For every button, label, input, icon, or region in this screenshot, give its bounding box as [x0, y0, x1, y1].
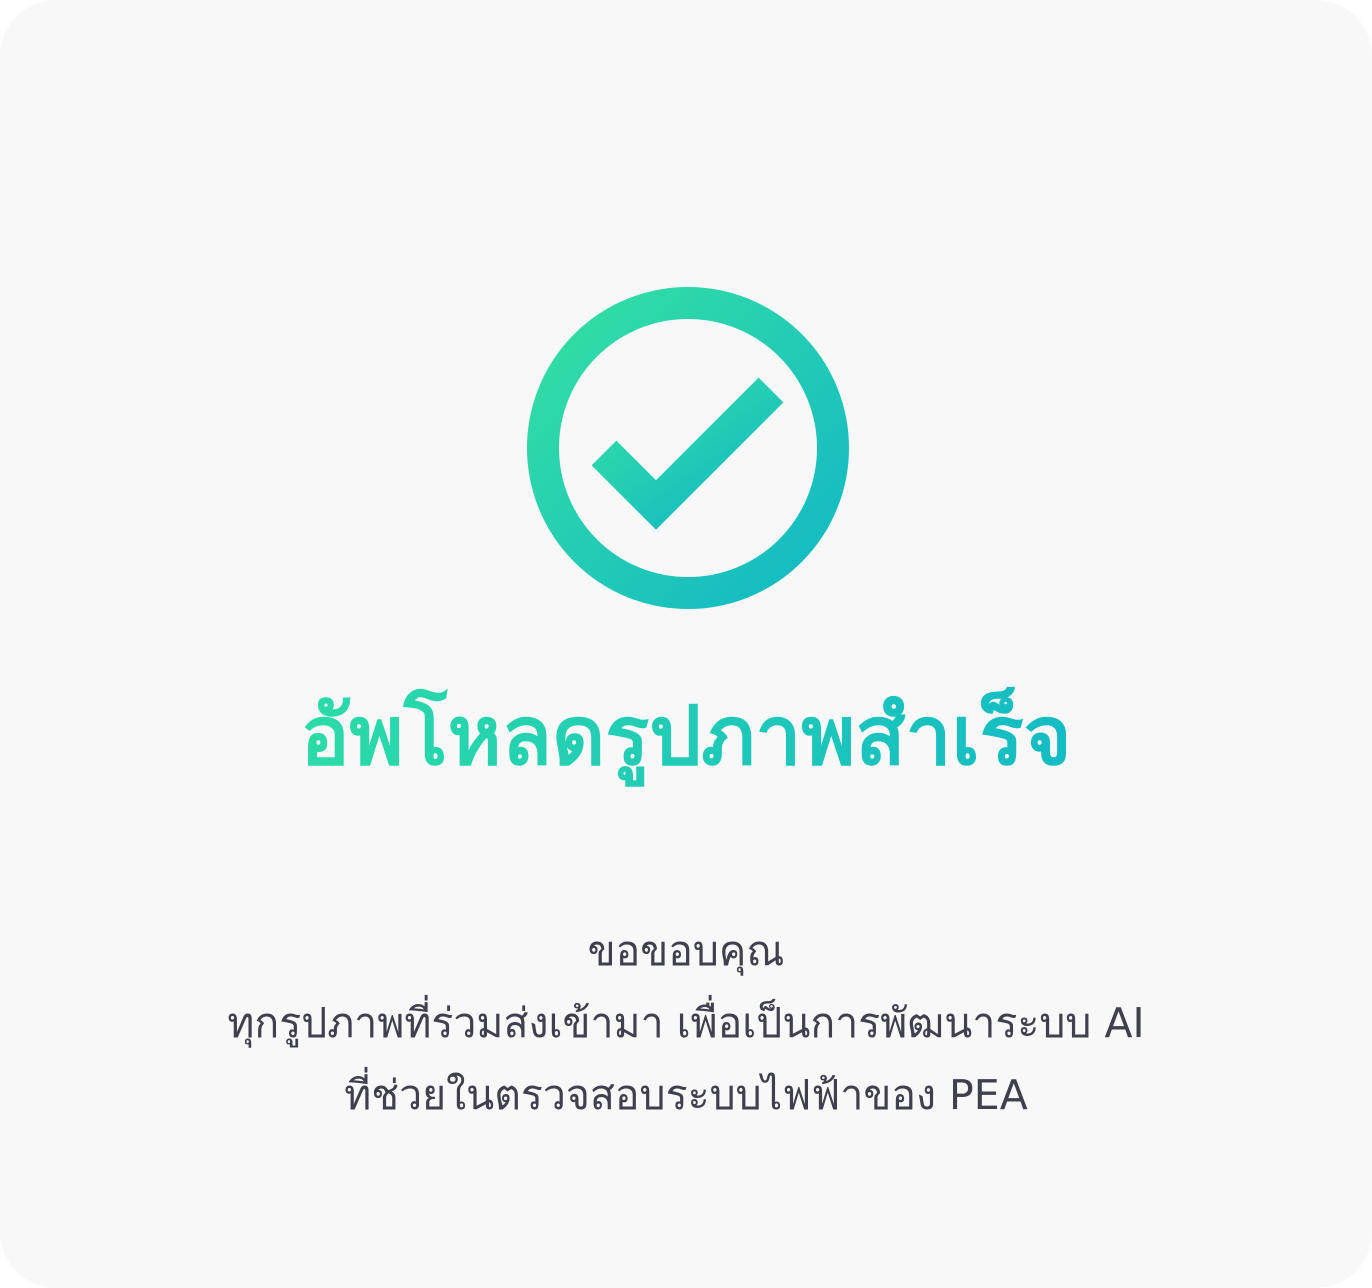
success-title: อัพโหลดรูปภาพสำเร็จ [0, 682, 1372, 792]
check-mark [591, 377, 784, 530]
message-line-thanks: ขอขอบคุณ [587, 927, 785, 975]
message-line-purpose: ที่ช่วยในตรวจสอบระบบไฟฟ้าของ PEA [344, 1071, 1028, 1119]
check-circle-ring [527, 287, 849, 609]
message-line-contribution: ทุกรูปภาพที่ร่วมส่งเข้ามา เพื่อเป็นการพั… [227, 999, 1145, 1047]
success-title-text: อัพโหลดรูปภาพสำเร็จ [300, 682, 1071, 792]
upload-success-dialog: อัพโหลดรูปภาพสำเร็จ ขอขอบคุณ ทุกรูปภาพที… [0, 0, 1372, 1288]
thank-you-message: ขอขอบคุณ ทุกรูปภาพที่ร่วมส่งเข้ามา เพื่อ… [0, 915, 1372, 1131]
check-circle-icon [527, 287, 849, 609]
